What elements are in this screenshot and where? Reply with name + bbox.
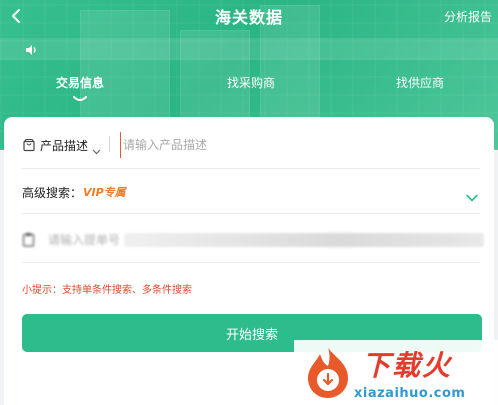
caret-down-icon[interactable] bbox=[92, 140, 101, 155]
shopping-bag-icon bbox=[22, 137, 36, 152]
active-tab-indicator bbox=[72, 91, 87, 101]
chevron-down-icon[interactable] bbox=[466, 187, 478, 202]
bill-number-row bbox=[4, 225, 494, 253]
advanced-search-row[interactable]: 高级搜索： VIP专属 bbox=[4, 175, 494, 207]
product-description-input[interactable] bbox=[120, 132, 475, 158]
divider bbox=[22, 168, 480, 169]
tab-label: 交易信息 bbox=[55, 76, 105, 90]
watermark: 下载火 xiazaihuo.com bbox=[294, 340, 498, 405]
tab-bar: 交易信息 找采购商 找供应商 bbox=[0, 70, 498, 101]
divider bbox=[109, 136, 110, 152]
notice-bar[interactable] bbox=[0, 38, 498, 60]
search-tip: 小提示：支持单条件搜索、多条件搜索 bbox=[22, 285, 192, 296]
divider bbox=[22, 213, 480, 214]
tab-trade-info[interactable]: 交易信息 bbox=[55, 74, 105, 101]
page-title: 海关数据 bbox=[214, 8, 283, 27]
chevron-left-icon[interactable] bbox=[8, 7, 24, 25]
flame-logo-icon bbox=[300, 344, 356, 400]
top-bar: 海关数据 分析报告 bbox=[0, 0, 498, 32]
tab-find-suppliers[interactable]: 找供应商 bbox=[396, 74, 444, 91]
watermark-text: 下载火 bbox=[362, 349, 453, 382]
tab-find-buyers[interactable]: 找采购商 bbox=[227, 74, 275, 91]
search-type-select[interactable]: 产品描述 bbox=[40, 137, 88, 154]
analysis-report-link[interactable]: 分析报告 bbox=[444, 8, 492, 25]
advanced-search-label: 高级搜索： bbox=[22, 186, 83, 200]
tab-label: 找采购商 bbox=[226, 76, 276, 90]
speaker-icon bbox=[24, 42, 38, 56]
tab-label: 找供应商 bbox=[395, 76, 445, 90]
divider bbox=[22, 262, 480, 263]
bill-number-input[interactable] bbox=[48, 229, 468, 251]
watermark-url: xiazaihuo.com bbox=[354, 386, 466, 401]
vip-badge: VIP专属 bbox=[83, 186, 126, 199]
product-search-row: 产品描述 bbox=[4, 129, 494, 161]
clipboard-icon bbox=[22, 232, 35, 247]
